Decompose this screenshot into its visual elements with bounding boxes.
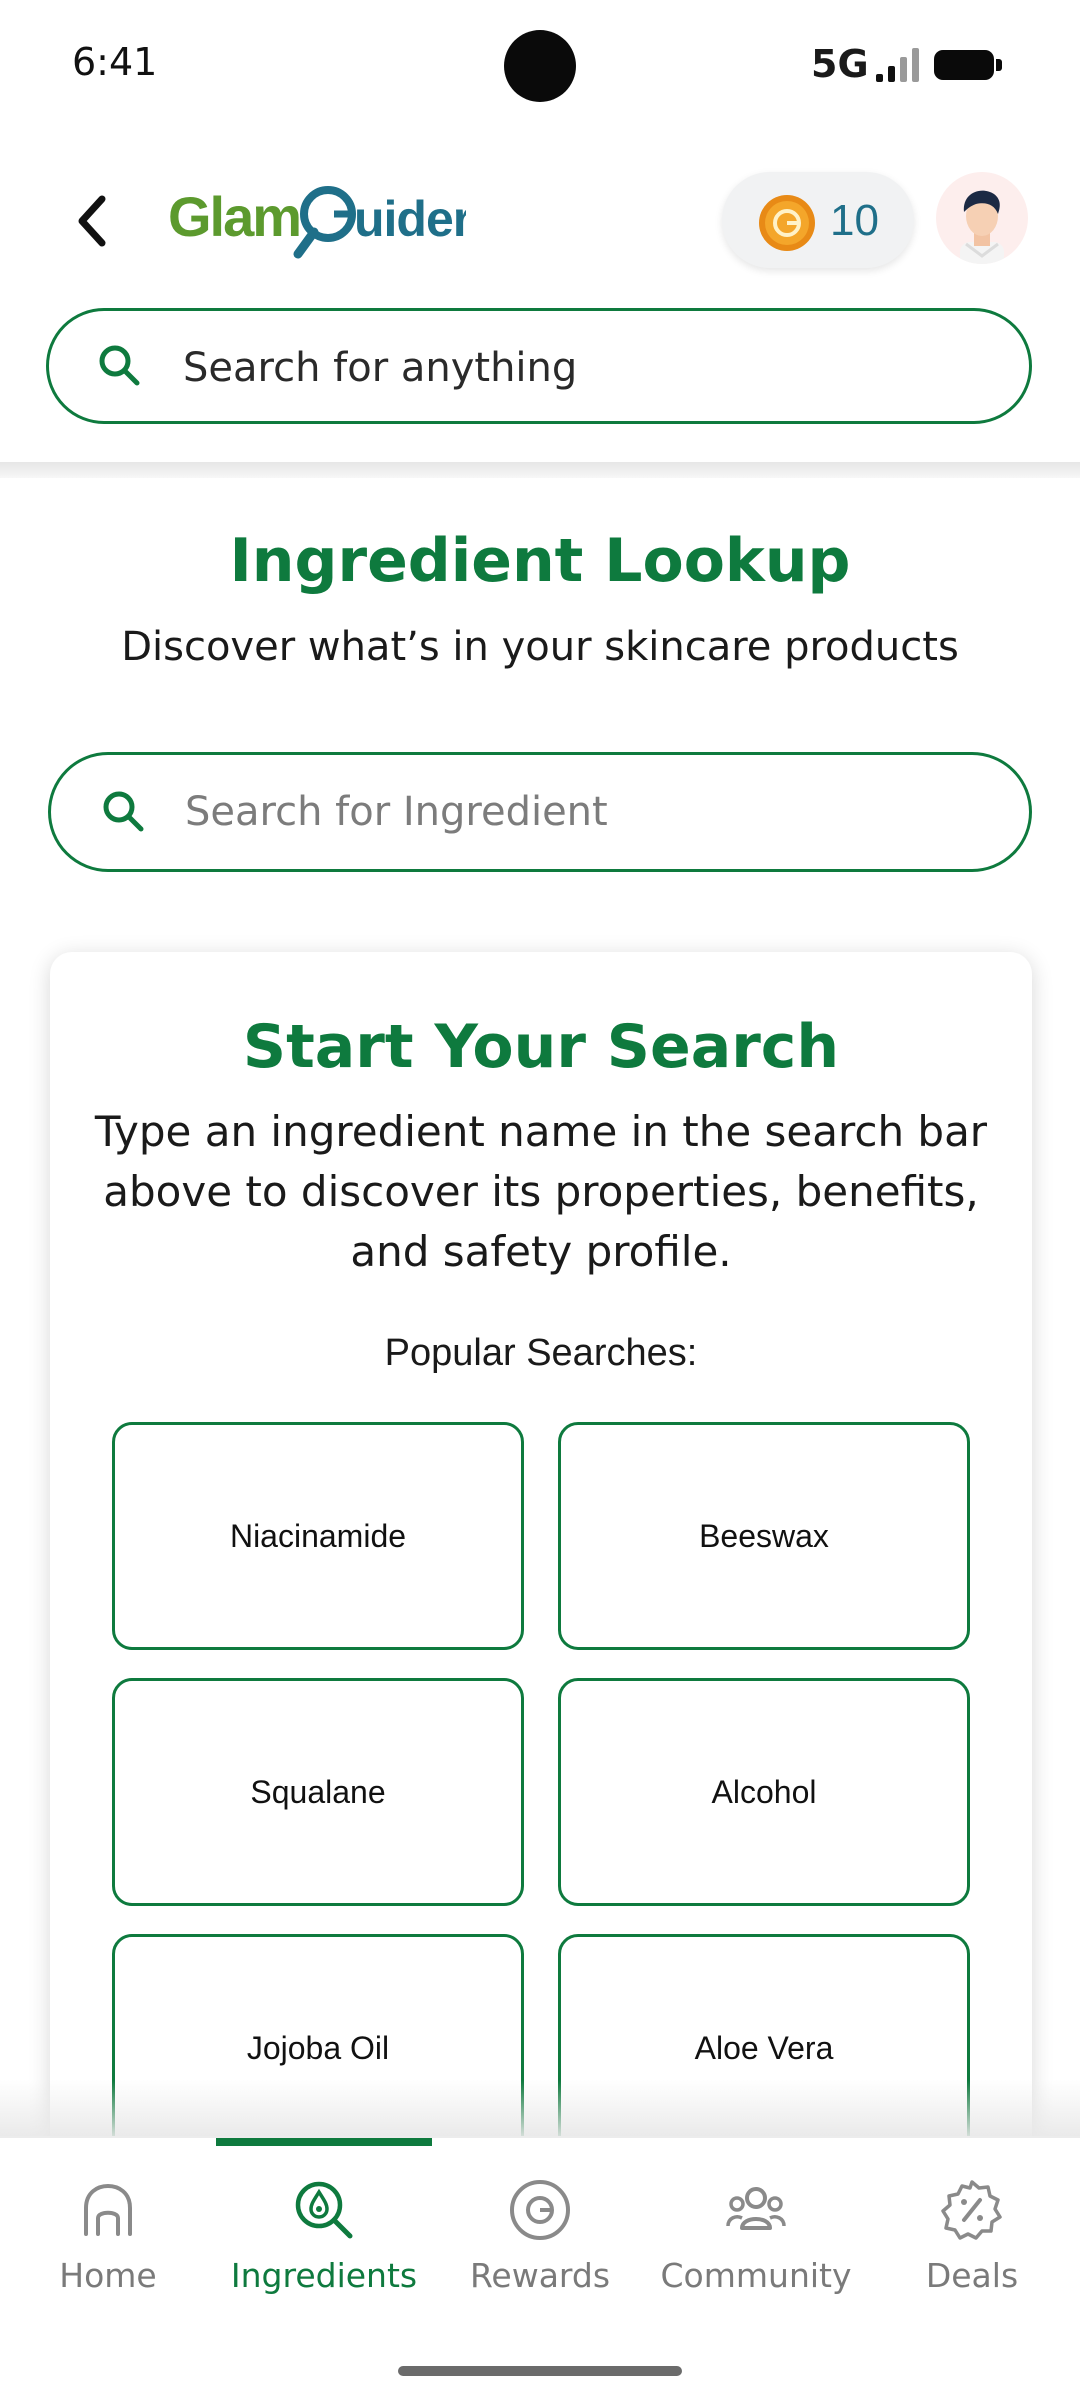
nav-rewards[interactable]: Rewards <box>432 2138 648 2318</box>
svg-text:uider: uider <box>354 191 466 247</box>
status-time: 6:41 <box>72 40 158 84</box>
popular-search-chip[interactable]: Squalane <box>112 1678 524 1906</box>
svg-text:Glam: Glam <box>168 185 300 248</box>
battery-icon <box>934 50 1002 80</box>
card-title: Start Your Search <box>242 1012 840 1082</box>
signal-icon <box>876 48 919 82</box>
search-icon <box>99 345 140 386</box>
popular-search-chip[interactable]: Alcohol <box>558 1678 970 1906</box>
home-indicator[interactable] <box>398 2366 682 2376</box>
home-icon <box>84 2183 132 2236</box>
back-button[interactable] <box>62 186 122 256</box>
bottom-nav: Home Ingredients Rewards Community Deals <box>0 2136 1080 2402</box>
coin-count: 10 <box>830 196 879 245</box>
global-search-bar[interactable]: Search for anything <box>46 308 1032 424</box>
glamguider-logo: Glam uider <box>168 185 466 259</box>
nav-ingredients[interactable]: Ingredients <box>216 2138 432 2318</box>
nav-label: Home <box>59 2256 157 2295</box>
deals-badge-icon <box>941 2180 1002 2240</box>
global-search-placeholder: Search for anything <box>183 345 578 391</box>
community-icon <box>726 2187 786 2230</box>
start-search-card: Start Your Search Type an ingredient nam… <box>50 952 1032 2212</box>
popular-search-chip[interactable]: Niacinamide <box>112 1422 524 1650</box>
nav-home[interactable]: Home <box>0 2138 216 2318</box>
ingredient-search-input[interactable] <box>183 779 987 845</box>
ingredient-search-bar[interactable] <box>48 752 1032 872</box>
rewards-coin-icon <box>510 2180 570 2240</box>
network-label: 5G <box>811 42 869 86</box>
nav-label: Ingredients <box>230 2256 418 2295</box>
camera-cutout <box>504 30 576 102</box>
avatar[interactable] <box>936 172 1028 264</box>
header-divider <box>0 462 1080 478</box>
page-subtitle: Discover what’s in your skincare product… <box>121 624 959 670</box>
search-icon <box>103 791 144 832</box>
coin-icon <box>759 195 815 251</box>
coin-balance[interactable]: 10 <box>722 172 914 268</box>
nav-deals[interactable]: Deals <box>864 2138 1080 2318</box>
popular-searches-label: Popular Searches: <box>384 1332 698 1374</box>
chevron-left-icon <box>78 195 106 247</box>
page-title: Ingredient Lookup <box>229 526 851 596</box>
nav-community[interactable]: Community <box>648 2138 864 2318</box>
popular-search-chip[interactable]: Beeswax <box>558 1422 970 1650</box>
scroll-fade <box>0 2080 1080 2136</box>
card-description: Type an ingredient name in the search ba… <box>94 1107 988 1276</box>
nav-label: Rewards <box>469 2256 611 2295</box>
nav-label: Deals <box>925 2256 1019 2295</box>
nav-label: Community <box>660 2256 852 2295</box>
user-avatar-icon <box>960 190 1004 264</box>
status-bar: 6:41 5G <box>0 0 1080 130</box>
ingredients-search-icon <box>295 2181 353 2239</box>
